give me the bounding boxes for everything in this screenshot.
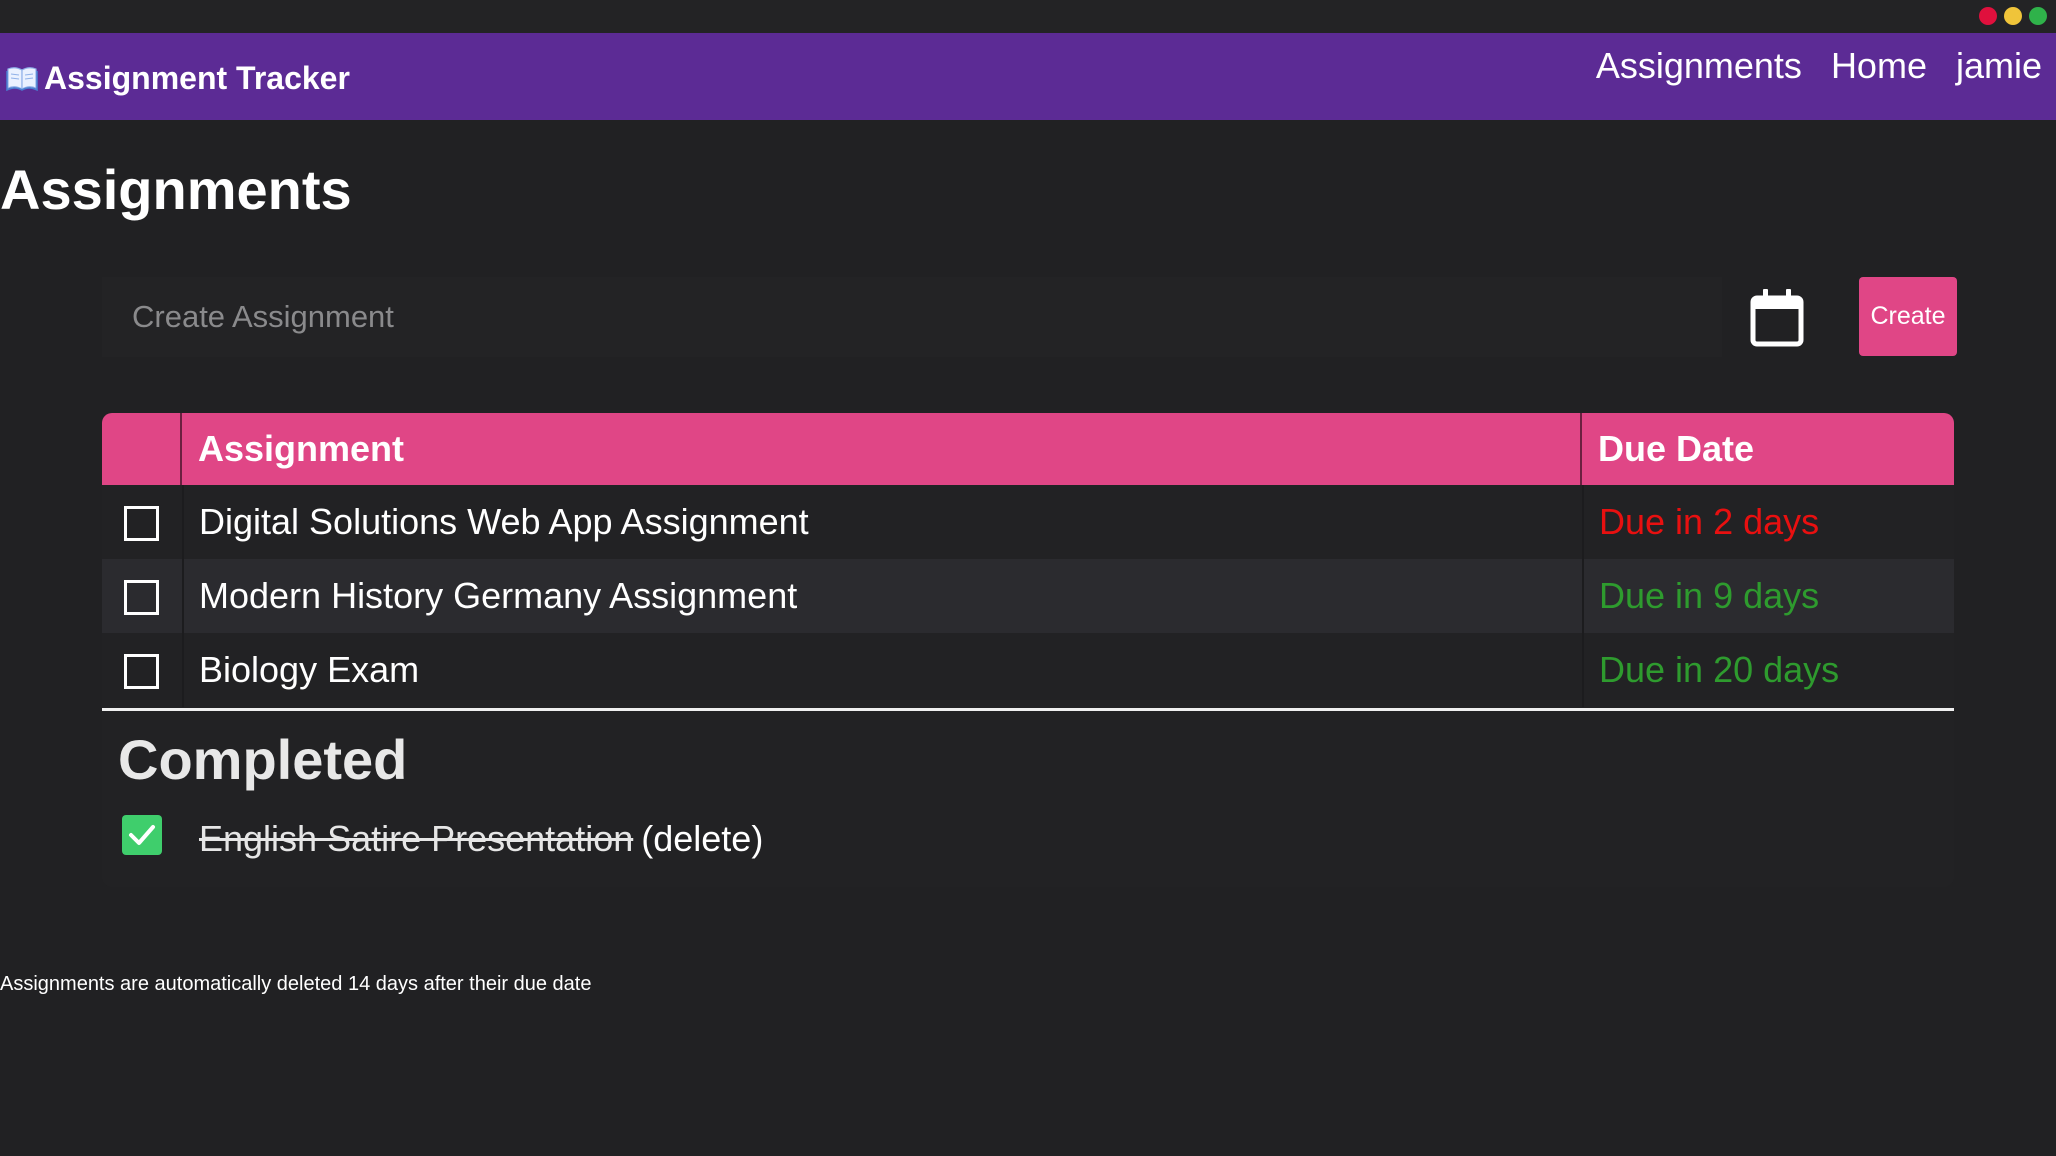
completed-item-title: English Satire Presentation (199, 818, 634, 859)
brand-name: Assignment Tracker (44, 59, 350, 96)
window-close-button[interactable] (1979, 7, 1997, 25)
auto-delete-note: Assignments are automatically deleted 14… (0, 973, 592, 995)
window-minimize-button[interactable] (2004, 7, 2022, 25)
row-checkbox[interactable] (124, 654, 159, 689)
calendar-icon[interactable] (1749, 286, 1805, 348)
completed-divider (102, 708, 1954, 711)
row-checkbox[interactable] (124, 580, 159, 615)
create-assignment-input[interactable] (102, 277, 1722, 357)
navbar: Assignment Tracker Assignments Home jami… (0, 33, 2056, 120)
table-row: Digital Solutions Web App Assignment Due… (102, 485, 1954, 559)
completed-item: English Satire Presentation (delete) (102, 809, 1954, 869)
delete-link[interactable]: (delete) (641, 818, 763, 859)
due-status: Due in 2 days (1599, 501, 1820, 542)
nav-link-home[interactable]: Home (1831, 45, 1927, 87)
completed-heading: Completed (118, 728, 408, 791)
checkmark-icon (129, 825, 155, 845)
assignment-title: Biology Exam (199, 649, 420, 690)
page-title: Assignments (0, 158, 352, 221)
row-checkbox[interactable] (124, 506, 159, 541)
create-assignment-bar: Create (102, 277, 1957, 357)
nav-link-assignments[interactable]: Assignments (1596, 45, 1802, 87)
nav-links: Assignments Home jamie (1567, 45, 2042, 87)
brand[interactable]: Assignment Tracker (6, 58, 350, 98)
table-row: Biology Exam Due in 20 days (102, 633, 1954, 707)
window-titlebar (0, 0, 2056, 33)
nav-link-user[interactable]: jamie (1956, 45, 2042, 87)
table-row: Modern History Germany Assignment Due in… (102, 559, 1954, 633)
window-maximize-button[interactable] (2029, 7, 2047, 25)
completed-checkbox[interactable] (122, 815, 162, 855)
table-header: Assignment Due Date (102, 413, 1954, 485)
assignment-title: Modern History Germany Assignment (199, 575, 798, 616)
header-check-column (102, 413, 182, 485)
assignments-card: Assignment Due Date Digital Solutions We… (102, 413, 1954, 887)
header-due-date: Due Date (1598, 428, 1755, 469)
assignment-title: Digital Solutions Web App Assignment (199, 501, 809, 542)
open-book-icon (6, 65, 38, 92)
due-status: Due in 9 days (1599, 575, 1820, 616)
create-button[interactable]: Create (1859, 277, 1957, 356)
header-assignment: Assignment (182, 413, 1582, 485)
due-status: Due in 20 days (1599, 649, 1840, 690)
completed-item-text: English Satire Presentation (delete) (199, 809, 763, 869)
